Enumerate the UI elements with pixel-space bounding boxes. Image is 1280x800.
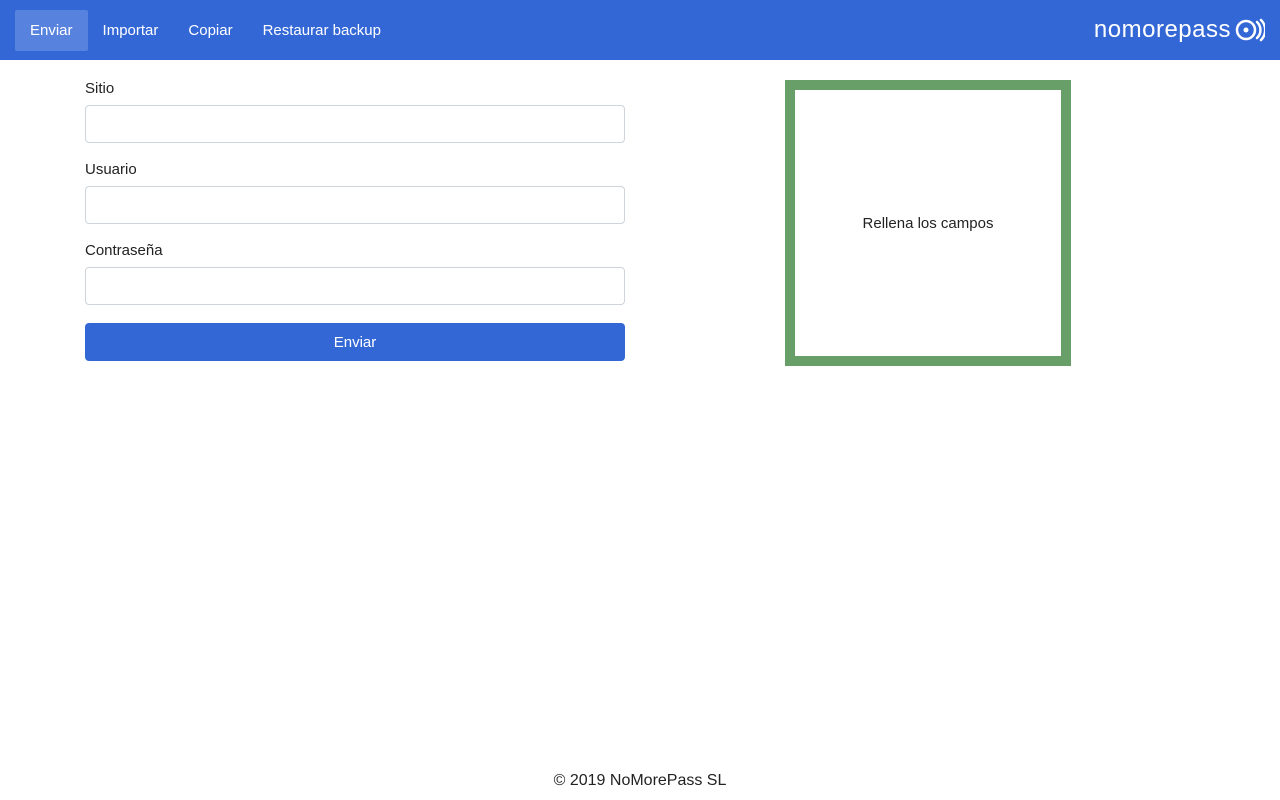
submit-button[interactable]: Enviar (85, 323, 625, 361)
form-group-user: Usuario (85, 161, 625, 224)
user-label: Usuario (85, 161, 625, 178)
tab-enviar[interactable]: Enviar (15, 10, 88, 51)
tab-restaurar-backup[interactable]: Restaurar backup (248, 10, 396, 51)
tab-importar[interactable]: Importar (88, 10, 174, 51)
copyright-text: © 2019 NoMorePass SL (554, 772, 727, 789)
brand-logo: nomorepass (1094, 16, 1265, 44)
user-input[interactable] (85, 186, 625, 224)
panel-column: Rellena los campos (785, 80, 1071, 366)
password-label: Contraseña (85, 242, 625, 259)
tab-copiar[interactable]: Copiar (173, 10, 247, 51)
form-column: Sitio Usuario Contraseña Enviar (85, 80, 625, 366)
footer: © 2019 NoMorePass SL (0, 764, 1280, 798)
brand-text: nomorepass (1094, 16, 1231, 44)
password-input[interactable] (85, 267, 625, 305)
site-label: Sitio (85, 80, 625, 97)
nav-tabs: Enviar Importar Copiar Restaurar backup (15, 10, 396, 51)
brand-icon (1235, 17, 1265, 43)
info-panel: Rellena los campos (785, 80, 1071, 366)
site-input[interactable] (85, 105, 625, 143)
form-group-site: Sitio (85, 80, 625, 143)
content-area: Sitio Usuario Contraseña Enviar Rellena … (0, 60, 1280, 366)
navbar: Enviar Importar Copiar Restaurar backup … (0, 0, 1280, 60)
info-panel-message: Rellena los campos (863, 215, 994, 232)
form-group-password: Contraseña (85, 242, 625, 305)
